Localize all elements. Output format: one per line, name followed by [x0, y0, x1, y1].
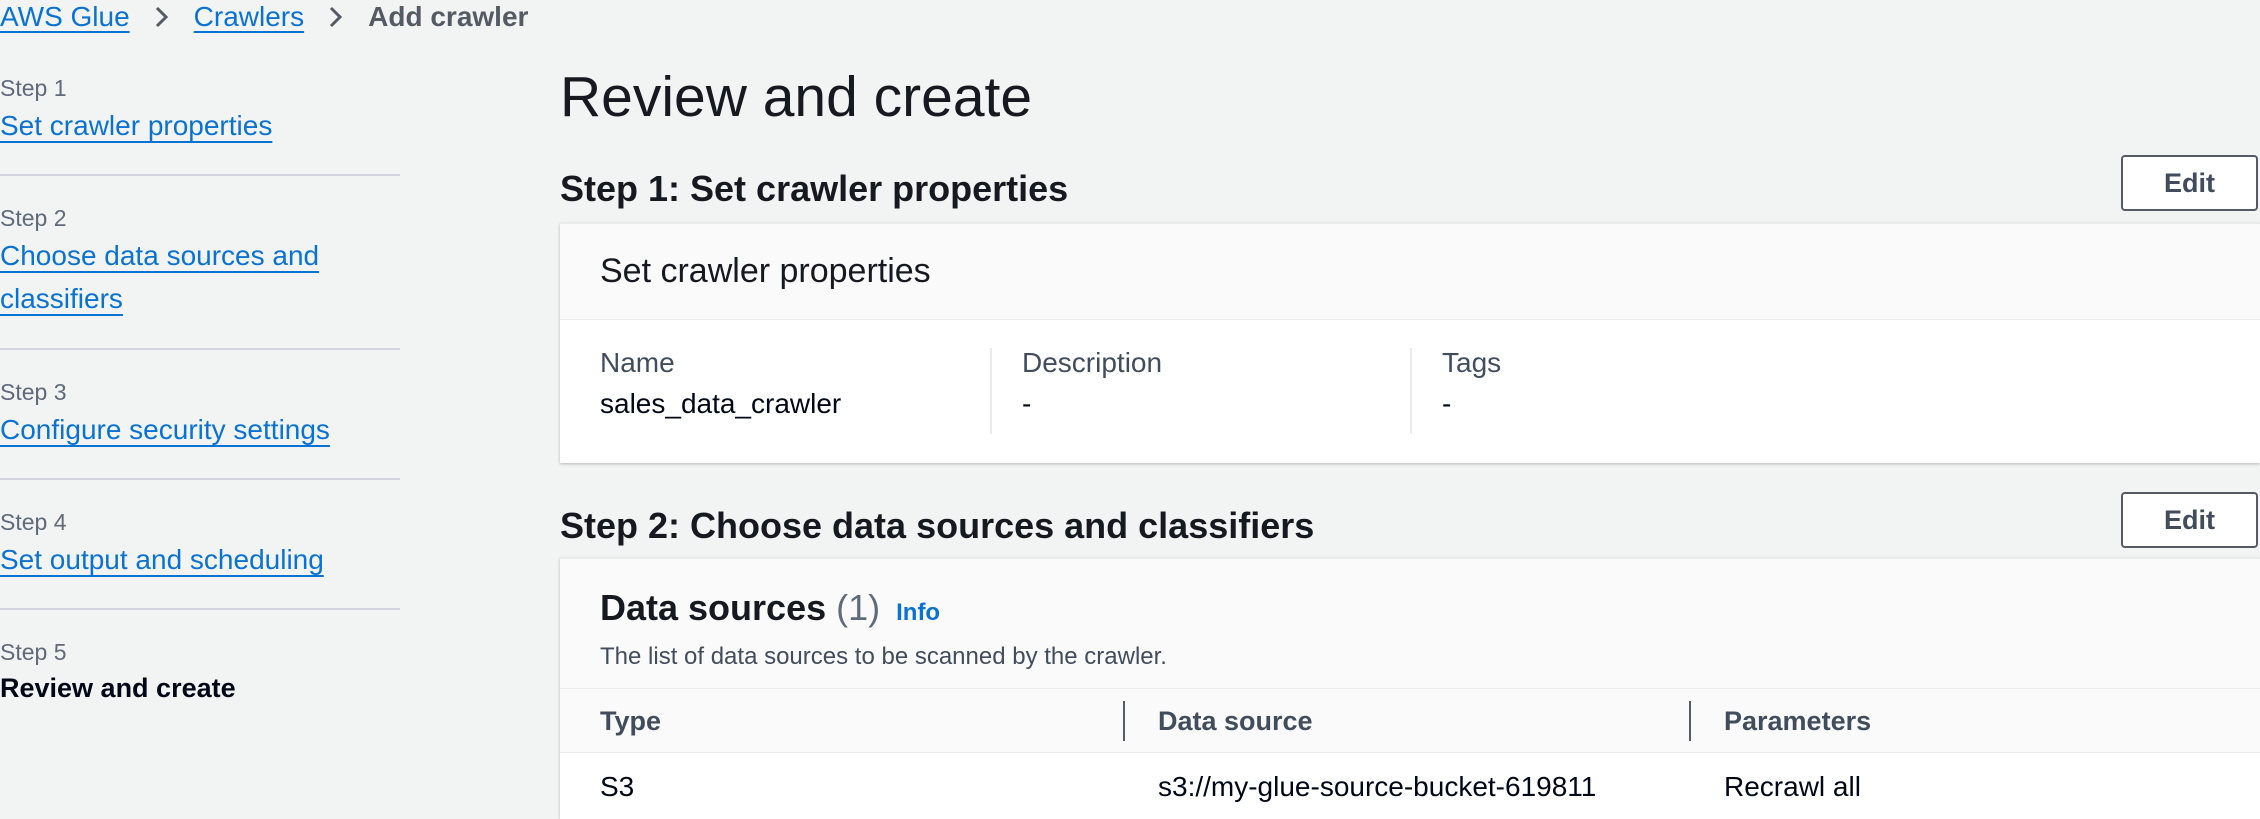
- breadcrumb: AWS Glue Crawlers Add crawler: [0, 0, 528, 34]
- step-1: Step 1 Set crawler properties: [0, 72, 400, 147]
- page-title: Review and create: [560, 65, 1033, 129]
- chevron-right-icon: [130, 0, 194, 34]
- field-description: Description -: [990, 344, 1402, 434]
- table-title-row: Data sources (1) Info: [600, 585, 2260, 636]
- field-tags: Tags -: [1410, 344, 1822, 434]
- card-header: Data sources (1) Info The list of data s…: [560, 559, 2260, 689]
- step-3: Step 3 Configure security settings: [0, 376, 400, 451]
- step-link-choose-data-sources[interactable]: Choose data sources and classifiers: [0, 234, 330, 320]
- column-header-parameters: Parameters: [1724, 705, 1872, 736]
- step-number: Step 3: [0, 379, 67, 405]
- column-header-data-source: Data source: [1158, 705, 1313, 736]
- field-label: Description: [1022, 347, 1163, 378]
- column-resizer[interactable]: [1123, 701, 1125, 741]
- edit-step-1-button[interactable]: Edit: [2121, 155, 2258, 211]
- edit-step-2-button[interactable]: Edit: [2121, 492, 2258, 548]
- step-5: Step 5 Review and create: [0, 636, 400, 708]
- column-resizer[interactable]: [1689, 701, 1691, 741]
- divider: [0, 348, 400, 350]
- card-title: Set crawler properties: [600, 252, 931, 290]
- breadcrumb-aws-glue[interactable]: AWS Glue: [0, 1, 130, 33]
- breadcrumb-current: Add crawler: [368, 1, 529, 32]
- section-2-title: Step 2: Choose data sources and classifi…: [560, 505, 1315, 546]
- card-header: Set crawler properties: [560, 224, 2260, 320]
- data-sources-card: Data sources (1) Info The list of data s…: [560, 558, 2260, 819]
- step-2: Step 2 Choose data sources and classifie…: [0, 202, 400, 320]
- section-1-header: Step 1: Set crawler properties Edit: [560, 155, 2260, 212]
- step-4: Step 4 Set output and scheduling: [0, 506, 400, 581]
- field-name: Name sales_data_crawler: [600, 344, 980, 420]
- page: AWS Glue Crawlers Add crawler Step 1 Set…: [0, 0, 2260, 819]
- step-number: Step 2: [0, 205, 67, 231]
- step-link-output-scheduling[interactable]: Set output and scheduling: [0, 538, 400, 581]
- table-description: The list of data sources to be scanned b…: [600, 643, 1167, 670]
- section-2-header: Step 2: Choose data sources and classifi…: [560, 492, 2260, 549]
- properties-grid: Name sales_data_crawler Description - Ta…: [560, 344, 2260, 434]
- cell-data-source: s3://my-glue-source-bucket-619811: [1158, 770, 1597, 802]
- divider: [0, 478, 400, 480]
- step-number: Step 1: [0, 75, 67, 101]
- step-current-review-and-create: Review and create: [0, 673, 236, 703]
- crawler-properties-card: Set crawler properties Name sales_data_c…: [560, 223, 2260, 463]
- field-label: Name: [600, 347, 675, 378]
- field-value: sales_data_crawler: [600, 388, 842, 419]
- step-number: Step 4: [0, 509, 67, 535]
- field-label: Tags: [1442, 347, 1502, 378]
- breadcrumb-crawlers[interactable]: Crawlers: [194, 1, 304, 33]
- step-link-configure-security[interactable]: Configure security settings: [0, 408, 400, 451]
- field-value: -: [1442, 388, 1452, 419]
- table-row: S3 s3://my-glue-source-bucket-619811 Rec…: [560, 753, 2260, 819]
- cell-type: S3: [600, 770, 635, 802]
- step-number: Step 5: [0, 639, 67, 665]
- chevron-right-icon: [304, 0, 368, 34]
- table-title: Data sources: [600, 587, 827, 628]
- step-link-set-crawler-properties[interactable]: Set crawler properties: [0, 104, 400, 147]
- section-1-title: Step 1: Set crawler properties: [560, 168, 1069, 209]
- info-link[interactable]: Info: [896, 590, 940, 636]
- table-header: Type Data source Parameters: [560, 689, 2260, 753]
- divider: [0, 608, 400, 610]
- column-header-type: Type: [600, 705, 662, 736]
- cell-parameters: Recrawl all: [1724, 770, 1861, 802]
- table-count: (1): [836, 587, 881, 628]
- field-value: -: [1022, 388, 1032, 419]
- divider: [0, 174, 400, 176]
